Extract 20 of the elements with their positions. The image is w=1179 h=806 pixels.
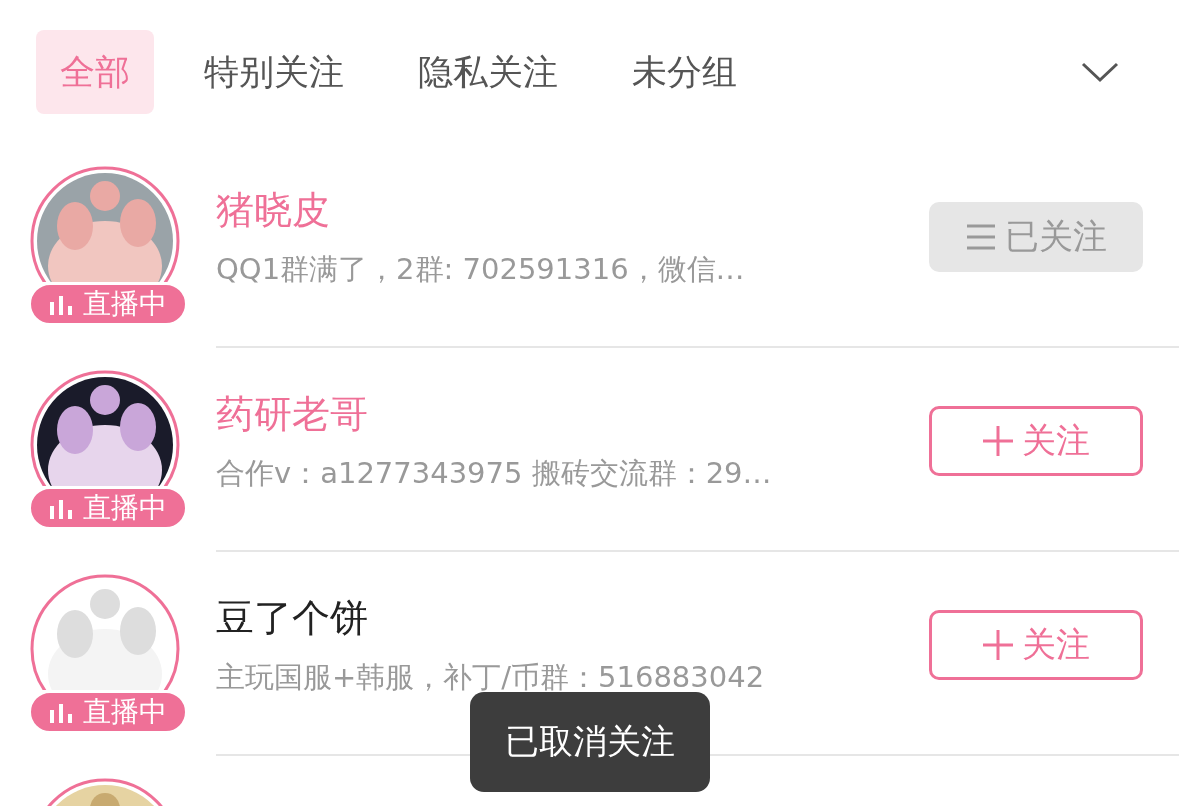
user-name[interactable]: 药研老哥 (216, 388, 929, 440)
live-badge: 直播中 (28, 690, 188, 734)
menu-icon (965, 224, 997, 250)
user-name[interactable]: 豆了个饼 (216, 592, 929, 644)
plus-icon (982, 425, 1014, 457)
status-toast: 已取消关注 (470, 692, 710, 792)
filter-tab[interactable]: 全部 (36, 30, 154, 114)
filter-tab[interactable]: 隐私关注 (394, 30, 582, 114)
user-description: 合作v：a1277343975 搬砖交流群：29… (216, 454, 773, 492)
chevron-down-icon[interactable] (1081, 61, 1119, 83)
follow-button[interactable]: 关注 (929, 610, 1143, 680)
live-badge: 直播中 (28, 282, 188, 326)
plus-icon (982, 629, 1014, 661)
filter-tab[interactable]: 特别关注 (180, 30, 368, 114)
followed-button[interactable]: 已关注 (929, 202, 1143, 272)
live-badge: 直播中 (28, 486, 188, 530)
user-name[interactable]: 猪晓皮 (216, 184, 929, 236)
follow-button[interactable]: 关注 (929, 406, 1143, 476)
filter-tab[interactable]: 未分组 (608, 30, 761, 114)
user-description: QQ1群满了，2群: 702591316，微信… (216, 250, 746, 288)
